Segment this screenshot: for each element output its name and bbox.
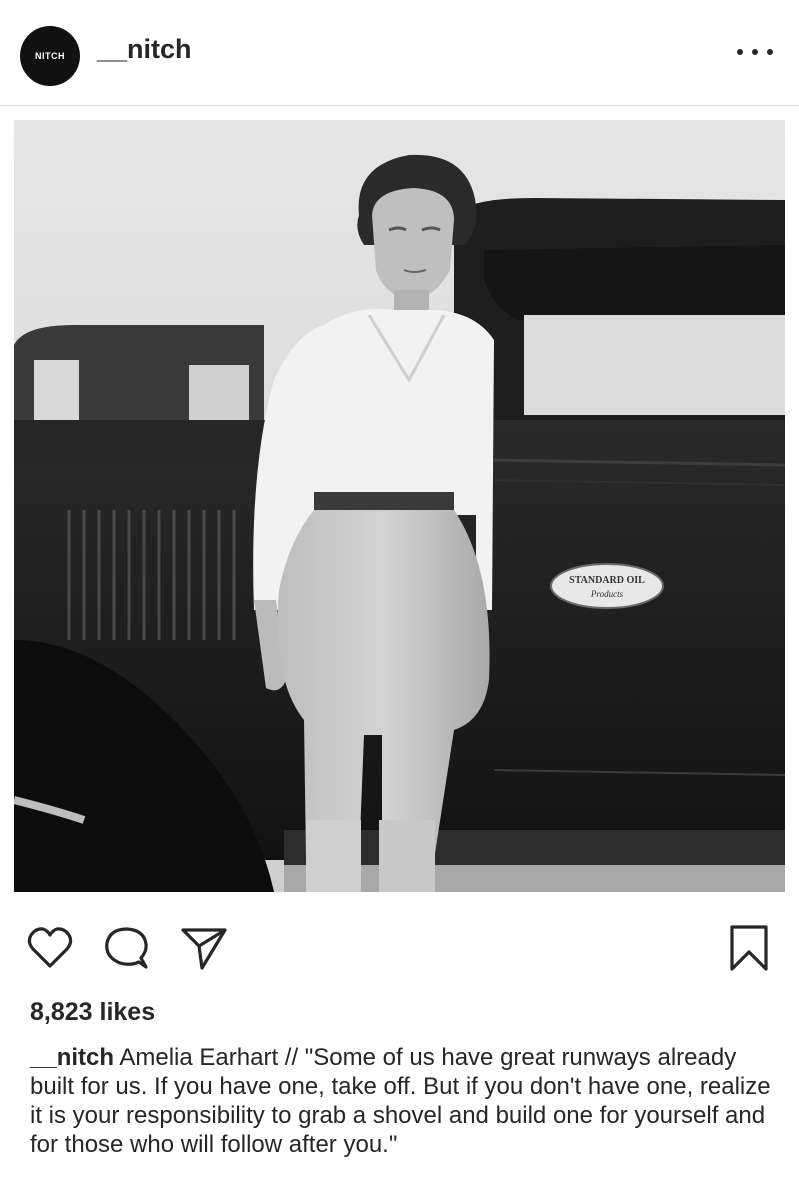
paper-plane-icon-svg [181, 928, 227, 970]
caption-username[interactable]: __nitch [30, 1044, 114, 1071]
more-dot [737, 49, 743, 55]
username[interactable]: __nitch [97, 36, 192, 63]
heart-icon[interactable] [24, 920, 76, 976]
comment-icon[interactable] [100, 920, 152, 976]
caption: __nitch Amelia Earhart // "Some of us ha… [30, 1043, 780, 1159]
caption-text: Amelia Earhart // "Some of us have great… [30, 1044, 771, 1158]
action-bar [0, 920, 799, 984]
more-dot [752, 49, 758, 55]
comment-icon-svg [105, 927, 148, 969]
bookmark-icon[interactable] [723, 920, 775, 976]
paper-plane-icon[interactable] [178, 920, 230, 976]
post-header: NITCH __nitch [0, 0, 799, 106]
badge-text: STANDARD OIL [569, 575, 645, 586]
bookmark-icon-svg [730, 925, 768, 971]
heart-icon-svg [27, 927, 73, 968]
avatar[interactable]: NITCH [20, 26, 80, 86]
photo-illustration: STANDARD OIL Products [14, 120, 785, 892]
post-photo[interactable]: STANDARD OIL Products [14, 120, 785, 892]
likes-count[interactable]: 8,823 likes [30, 998, 155, 1027]
avatar-label: NITCH [35, 51, 65, 61]
more-options-icon[interactable] [737, 40, 773, 64]
badge-subtext: Products [590, 589, 624, 599]
more-dot [767, 49, 773, 55]
